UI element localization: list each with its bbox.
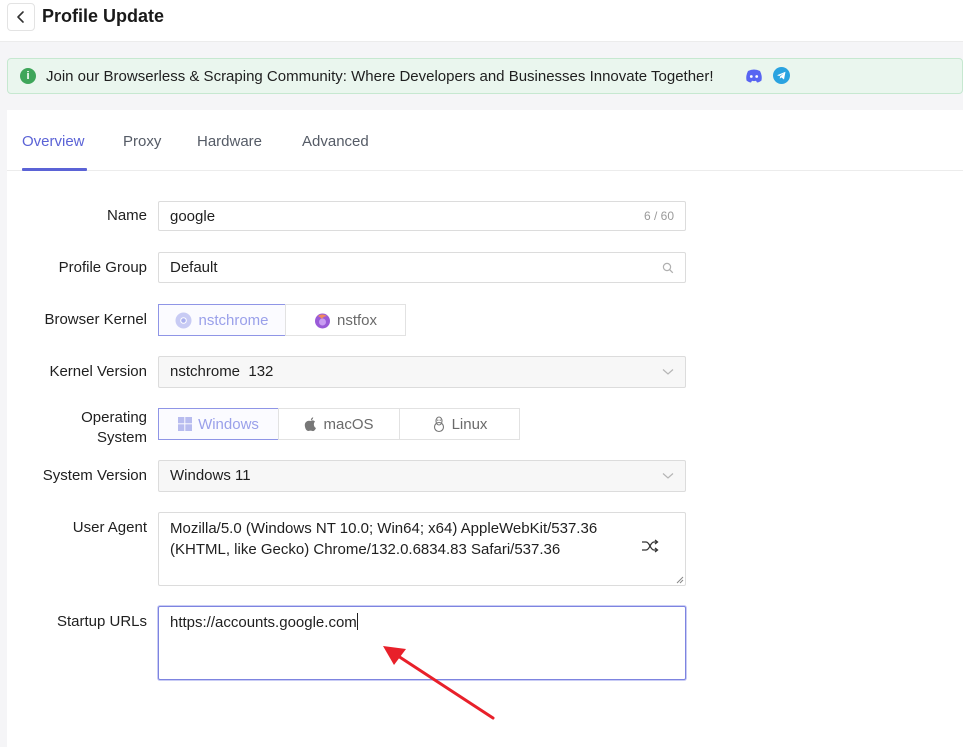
kernel-version-select[interactable]: nstchrome 132: [158, 356, 686, 388]
nstfox-label: nstfox: [336, 311, 378, 329]
chevron-down-icon: [662, 369, 674, 375]
windows-label: Windows: [198, 415, 259, 433]
system-version-select[interactable]: Windows 11: [158, 460, 686, 492]
linux-label: Linux: [451, 415, 488, 433]
page-title: Profile Update: [42, 6, 165, 26]
resize-handle-icon[interactable]: [676, 576, 684, 584]
chrome-icon: [175, 312, 192, 328]
profile-group-label: Profile Group: [58, 259, 147, 276]
back-button[interactable]: [7, 3, 35, 31]
tab-hardware[interactable]: Hardware: [197, 133, 262, 150]
chevron-left-icon: [17, 11, 24, 23]
shuffle-icon[interactable]: [641, 539, 659, 553]
user-agent-label: User Agent: [72, 519, 147, 536]
apple-icon: [305, 416, 317, 431]
system-label-line2: System: [96, 429, 147, 446]
name-value: google: [170, 208, 216, 225]
telegram-icon[interactable]: [773, 67, 790, 84]
browser-kernel-label: Browser Kernel: [44, 311, 147, 328]
active-tab-indicator: [22, 168, 87, 171]
chevron-down-icon: [662, 473, 674, 479]
kernel-version-value: nstchrome 132: [170, 363, 274, 380]
windows-icon: [178, 417, 193, 431]
discord-icon[interactable]: [745, 68, 763, 84]
os-option-linux[interactable]: Linux: [399, 408, 520, 440]
name-char-counter: 6 / 60: [643, 209, 674, 223]
user-agent-textarea[interactable]: Mozilla/5.0 (Windows NT 10.0; Win64; x64…: [158, 512, 686, 586]
name-input[interactable]: google 6 / 60: [158, 201, 686, 231]
startup-urls-value-wrap: https://accounts.google.com: [170, 613, 358, 631]
search-icon: [662, 262, 674, 274]
os-option-macos[interactable]: macOS: [278, 408, 400, 440]
kernel-version-label: Kernel Version: [49, 363, 147, 380]
firefox-icon: [314, 313, 330, 328]
system-version-value: Windows 11: [170, 467, 251, 484]
header-bar: Profile Update: [0, 0, 963, 42]
nstchrome-label: nstchrome: [198, 311, 269, 329]
operating-system-label: Operating System: [7, 408, 147, 448]
kernel-option-nstfox[interactable]: nstfox: [285, 304, 406, 336]
system-version-label: System Version: [42, 467, 147, 484]
info-icon: i: [20, 68, 36, 84]
annotation-arrow-icon: [383, 646, 495, 720]
name-label: Name: [106, 207, 147, 224]
kernel-option-nstchrome[interactable]: nstchrome: [158, 304, 286, 336]
operating-label-line1: Operating: [81, 409, 147, 426]
tab-bar: Overview Proxy Hardware Advanced: [7, 110, 963, 171]
tab-advanced[interactable]: Advanced: [302, 133, 369, 150]
user-agent-value: Mozilla/5.0 (Windows NT 10.0; Win64; x64…: [170, 520, 598, 558]
community-banner: i Join our Browserless & Scraping Commun…: [7, 58, 963, 94]
startup-urls-value: https://accounts.google.com: [170, 614, 357, 631]
banner-text: Join our Browserless & Scraping Communit…: [46, 68, 714, 85]
profile-group-value: Default: [170, 259, 218, 276]
tab-overview[interactable]: Overview: [22, 133, 85, 150]
os-option-windows[interactable]: Windows: [158, 408, 279, 440]
tab-proxy[interactable]: Proxy: [123, 133, 161, 150]
startup-urls-label: Startup URLs: [56, 613, 147, 630]
profile-group-select[interactable]: Default: [158, 252, 686, 283]
text-cursor: [356, 613, 358, 630]
macos-label: macOS: [323, 415, 374, 433]
linux-tux-icon: [433, 415, 444, 432]
